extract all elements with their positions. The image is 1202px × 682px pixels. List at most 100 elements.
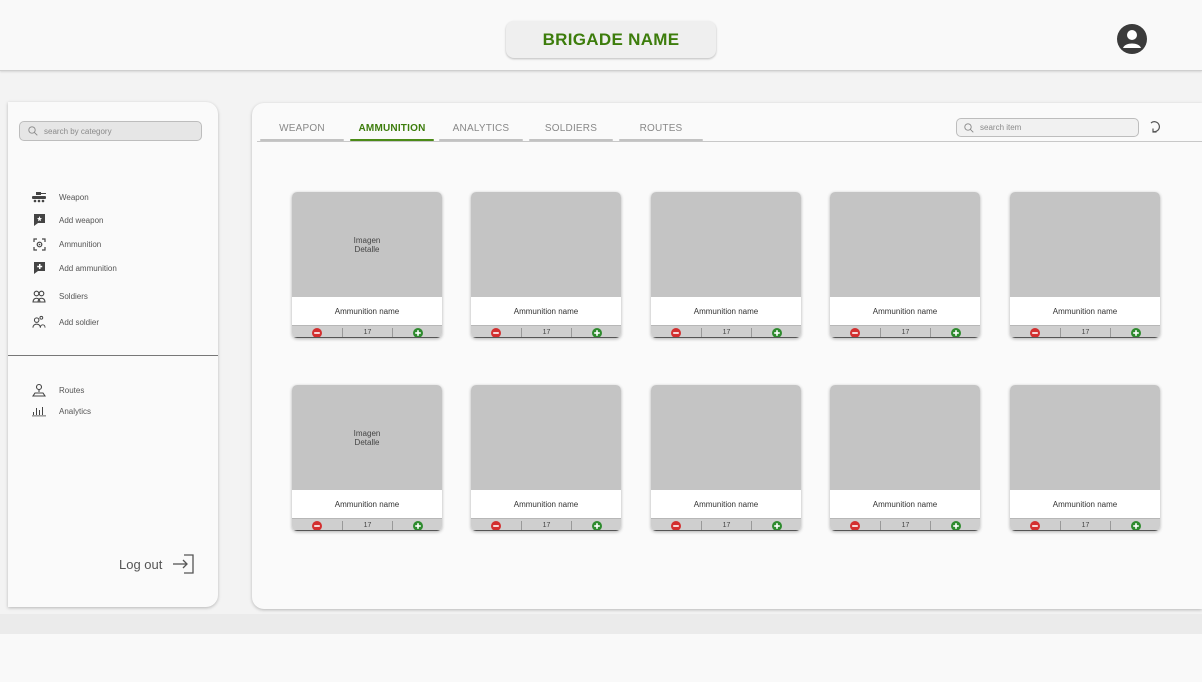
- sidebar-item-add-soldier[interactable]: Add soldier: [32, 313, 99, 331]
- ammunition-card[interactable]: Ammunition name 17: [651, 385, 801, 531]
- tab-routes[interactable]: ROUTES: [619, 123, 703, 141]
- user-avatar-icon[interactable]: [1117, 24, 1147, 54]
- sidebar-item-label: Routes: [59, 385, 85, 395]
- minus-circle-icon: [491, 327, 501, 338]
- sidebar-item-analytics[interactable]: Analytics: [32, 402, 91, 420]
- card-image: [651, 192, 801, 297]
- card-name: Ammunition name: [513, 500, 579, 509]
- ammunition-card[interactable]: Ammunition name 17: [830, 192, 980, 338]
- plus-circle-icon: [591, 520, 602, 531]
- card-name: Ammunition name: [1052, 500, 1118, 509]
- card-image: [830, 385, 980, 490]
- ammunition-card[interactable]: Ammunition name 17: [1010, 385, 1160, 531]
- card-name: Ammunition name: [334, 500, 400, 509]
- plus-circle-icon: [1130, 327, 1141, 338]
- plus-circle-icon: [950, 520, 961, 531]
- minus-circle-icon: [312, 327, 322, 338]
- plus-circle-icon: [412, 327, 423, 338]
- sidebar-item-weapon[interactable]: Weapon: [32, 188, 89, 206]
- routes-icon: [32, 383, 46, 397]
- plus-circle-icon: [591, 327, 602, 338]
- card-bottom-edge: [1010, 337, 1160, 338]
- category-search-placeholder: search by category: [44, 126, 112, 136]
- plus-circle-icon: [771, 520, 782, 531]
- tab-analytics[interactable]: ANALYTICS: [439, 123, 523, 141]
- logout-button[interactable]: Log out: [119, 552, 196, 576]
- card-bottom-edge: [292, 337, 442, 338]
- item-search-placeholder: search item: [980, 123, 1022, 132]
- plus-circle-icon: [771, 327, 782, 338]
- tab-label: WEAPON: [279, 123, 325, 134]
- sidebar-divider: [8, 355, 218, 356]
- card-image: [1010, 385, 1160, 490]
- plus-circle-icon: [950, 327, 961, 338]
- ammunition-target-icon: [32, 237, 46, 251]
- tab-soldiers[interactable]: SOLDIERS: [529, 123, 613, 141]
- minus-circle-icon: [671, 327, 681, 338]
- ammunition-card[interactable]: Ammunition name 17: [1010, 192, 1160, 338]
- plus-circle-icon: [412, 520, 423, 531]
- tab-weapon[interactable]: WEAPON: [260, 123, 344, 141]
- sidebar-item-label: Add soldier: [59, 317, 100, 327]
- ammunition-card[interactable]: Imagen Detalle Ammunition name 17: [292, 385, 442, 531]
- card-image: [830, 192, 980, 297]
- sidebar-item-label: Add ammunition: [59, 263, 117, 273]
- tabs-baseline: [257, 141, 1202, 142]
- sidebar-item-ammunition[interactable]: Ammunition: [32, 235, 101, 253]
- category-search-input[interactable]: search by category: [19, 121, 202, 141]
- card-name: Ammunition name: [334, 307, 400, 316]
- refresh-icon[interactable]: [1148, 119, 1162, 135]
- sidebar-item-label: Ammunition: [59, 239, 102, 249]
- minus-circle-icon: [671, 520, 681, 531]
- sidebar-item-label: Weapon: [59, 192, 89, 202]
- soldiers-icon: [32, 289, 46, 303]
- ammunition-card[interactable]: Ammunition name 17: [830, 385, 980, 531]
- card-name: Ammunition name: [872, 307, 938, 316]
- add-weapon-icon: [32, 213, 46, 227]
- card-image: Imagen Detalle: [292, 385, 442, 490]
- card-name: Ammunition name: [693, 307, 759, 316]
- card-name: Ammunition name: [513, 307, 579, 316]
- sidebar-item-add-ammunition[interactable]: Add ammunition: [32, 259, 117, 277]
- card-bottom-edge: [1010, 530, 1160, 531]
- minus-circle-icon: [491, 520, 501, 531]
- tab-ammunition[interactable]: AMMUNITION: [350, 123, 434, 141]
- card-image: [1010, 192, 1160, 297]
- ammunition-card[interactable]: Imagen Detalle Ammunition name 17: [292, 192, 442, 338]
- logout-label: Log out: [119, 556, 163, 572]
- card-image: [471, 385, 621, 490]
- analytics-icon: [32, 404, 46, 418]
- card-bottom-edge: [651, 530, 801, 531]
- tab-label: SOLDIERS: [544, 123, 598, 134]
- card-bottom-edge: [830, 530, 980, 531]
- card-bottom-edge: [471, 530, 621, 531]
- ammunition-card[interactable]: Ammunition name 17: [651, 192, 801, 338]
- sidebar-item-routes[interactable]: Routes: [32, 381, 84, 399]
- card-image: [471, 192, 621, 297]
- tab-label: ROUTES: [639, 123, 683, 134]
- sidebar-item-soldiers[interactable]: Soldiers: [32, 287, 88, 305]
- card-bottom-edge: [292, 530, 442, 531]
- minus-circle-icon: [312, 520, 322, 531]
- footer-band: [0, 614, 1202, 634]
- minus-circle-icon: [1030, 327, 1040, 338]
- tab-label: AMMUNITION: [358, 123, 426, 134]
- main-panel: WEAPON AMMUNITION ANALYTICS SOLDIERS ROU…: [252, 103, 1202, 609]
- card-image: [651, 385, 801, 490]
- item-search-input[interactable]: search item: [956, 118, 1139, 137]
- card-image-text: Imagen Detalle: [353, 235, 381, 254]
- logout-icon: [173, 554, 195, 574]
- ammunition-card[interactable]: Ammunition name 17: [471, 385, 621, 531]
- minus-circle-icon: [1030, 520, 1040, 531]
- tank-icon: [32, 190, 46, 204]
- sidebar-item-label: Soldiers: [59, 291, 88, 301]
- sidebar: search by category Weapon Add weapon Amm…: [8, 102, 218, 607]
- card-name: Ammunition name: [872, 500, 938, 509]
- card-bottom-edge: [651, 337, 801, 338]
- sidebar-item-add-weapon[interactable]: Add weapon: [32, 211, 103, 229]
- ammunition-card[interactable]: Ammunition name 17: [471, 192, 621, 338]
- top-header: BRIGADE NAME: [0, 0, 1202, 71]
- search-icon: [964, 122, 974, 133]
- card-image-text: Imagen Detalle: [353, 428, 381, 447]
- card-image: Imagen Detalle: [292, 192, 442, 297]
